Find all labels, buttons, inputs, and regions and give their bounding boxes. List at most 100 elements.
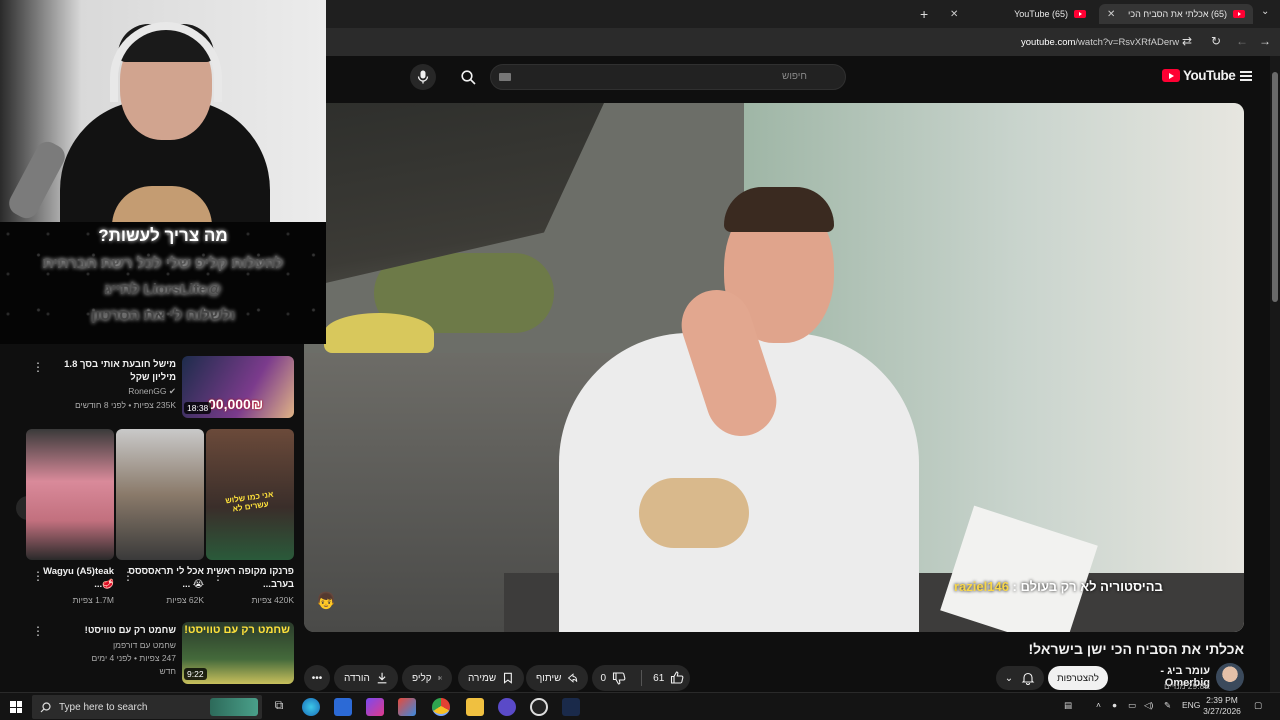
search-input[interactable]: חיפוש bbox=[490, 64, 846, 90]
new-badge: חדש bbox=[159, 666, 176, 676]
new-tab-button[interactable]: + bbox=[920, 6, 928, 22]
page-scrollbar[interactable] bbox=[1270, 56, 1280, 692]
video-meta: 235K צפיות • לפני 8 חודשים bbox=[74, 400, 176, 410]
office-icon[interactable] bbox=[398, 698, 416, 716]
subscribe-button[interactable]: להצטרפות bbox=[1048, 666, 1108, 690]
clip-button[interactable]: קליפ bbox=[402, 665, 452, 691]
url-domain: youtube.com bbox=[1021, 37, 1076, 48]
share-label: שיתוף bbox=[536, 672, 562, 684]
voice-search-button[interactable] bbox=[410, 64, 436, 90]
edge-icon[interactable] bbox=[302, 698, 320, 716]
recommendations-sidebar: 00,000₪ 18:38 ⋮ מישל חובעת אותי בסך 1.8 … bbox=[0, 344, 304, 692]
youtube-logo[interactable]: YouTube bbox=[1162, 68, 1236, 83]
close-tab-icon[interactable]: ✕ bbox=[1107, 9, 1115, 20]
short-thumbnail[interactable] bbox=[116, 429, 204, 560]
download-button[interactable]: הורדה bbox=[334, 665, 398, 691]
more-horizontal-icon: ••• bbox=[311, 672, 323, 684]
more-vertical-icon[interactable]: ⋮ bbox=[32, 360, 44, 374]
short-title[interactable]: פרנקו מקופה ראשית בערב... bbox=[206, 565, 294, 591]
dislike-count: 0 bbox=[600, 672, 607, 684]
banner-line-2: להעלות קליפ שלי לכל רשת חברתית bbox=[42, 255, 284, 272]
video-player[interactable]: 👦 בהיסטוריה לא רק בעולם : raziel146 bbox=[304, 103, 1244, 632]
video-actions: ••• הורדה קליפ שמירה שיתוף 0 61 ⌄ להצטרפ… bbox=[304, 663, 1244, 693]
video-title: אכלתי את הסביח הכי ישן בישראל! bbox=[1028, 641, 1244, 657]
video-thumbnail[interactable]: 00,000₪ 18:38 bbox=[182, 356, 294, 418]
store-icon[interactable] bbox=[334, 698, 352, 716]
video-title[interactable]: שחמט רק עם טוויסט! bbox=[46, 624, 176, 637]
notifications-button[interactable]: ⌄ bbox=[996, 666, 1044, 690]
close-tab-icon[interactable]: ✕ bbox=[950, 9, 958, 20]
short-thumbnail[interactable] bbox=[26, 429, 114, 560]
weather-widget-icon[interactable] bbox=[210, 698, 258, 716]
short-title[interactable]: אכל לי תראסססס 😭 ... bbox=[116, 565, 204, 591]
copilot-icon[interactable] bbox=[366, 698, 384, 716]
more-actions-button[interactable]: ••• bbox=[304, 665, 330, 691]
short-title[interactable]: Wagyu (A5)teak 🥩... bbox=[26, 565, 114, 591]
share-button[interactable]: שיתוף bbox=[526, 665, 588, 691]
chrome-icon[interactable] bbox=[432, 698, 450, 716]
thumbnail-text: שחמט רק עם טוויסט! bbox=[184, 624, 290, 636]
duration-badge: 18:38 bbox=[184, 402, 212, 414]
verified-icon: ✔ bbox=[168, 386, 176, 396]
discord-icon[interactable] bbox=[498, 698, 516, 716]
obs-icon[interactable] bbox=[530, 698, 548, 716]
short-item[interactable]: אני כמו שלוש עשרים לא ⋮ פרנקו מקופה ראשי… bbox=[206, 429, 294, 614]
caption-username: raziel146 bbox=[954, 579, 1009, 594]
channel-avatar[interactable] bbox=[1216, 663, 1244, 691]
search-button[interactable] bbox=[454, 64, 482, 90]
channel-name[interactable]: שחמט עם דורפמן bbox=[46, 640, 176, 650]
language-indicator[interactable]: ENG bbox=[1182, 700, 1200, 710]
windows-taskbar: Type here to search ⧉ ▤ ˄ ● ▭ ◁) ✎ ENG 2… bbox=[0, 692, 1280, 720]
short-item[interactable]: ⋮ Wagyu (A5)teak 🥩... 1.7M צפיות bbox=[26, 429, 114, 614]
recommended-video[interactable]: שחמט רק עם טוויסט! 9:22 ⋮ שחמט רק עם טוו… bbox=[26, 616, 296, 692]
recommended-video[interactable]: 00,000₪ 18:38 ⋮ מישל חובעת אותי בסך 1.8 … bbox=[26, 352, 296, 422]
chevron-down-icon: ⌄ bbox=[1004, 672, 1014, 684]
youtube-logo-icon bbox=[1162, 69, 1180, 82]
keyboard-icon[interactable] bbox=[499, 73, 511, 81]
app-icon[interactable] bbox=[562, 698, 580, 716]
url-field[interactable]: youtube.com/watch?v=RsvXRfADerw bbox=[1021, 37, 1179, 48]
tray-app-icon[interactable]: ▤ bbox=[1064, 700, 1072, 711]
reload-icon[interactable]: ↻ bbox=[1211, 34, 1221, 48]
thumbnail-text: 00,000₪ bbox=[208, 396, 264, 412]
search-icon bbox=[40, 701, 51, 712]
chevron-down-icon[interactable]: ⌄ bbox=[1261, 6, 1269, 17]
tray-expand-icon[interactable]: ˄ bbox=[1096, 700, 1101, 710]
video-thumbnail[interactable]: שחמט רק עם טוויסט! 9:22 bbox=[182, 622, 294, 684]
file-explorer-icon[interactable] bbox=[466, 698, 484, 716]
short-views: 420K צפיות bbox=[251, 595, 294, 605]
thumbs-down-icon bbox=[613, 672, 626, 685]
mic-tray-icon[interactable]: ● bbox=[1112, 700, 1117, 710]
subscriber-count: 29.8K מנויים bbox=[1164, 681, 1210, 691]
short-thumbnail[interactable]: אני כמו שלוש עשרים לא bbox=[206, 429, 294, 560]
like-dislike-group: 0 61 bbox=[592, 665, 690, 691]
short-item[interactable]: ⋮ אכל לי תראסססס 😭 ... 62K צפיות bbox=[116, 429, 204, 614]
taskbar-clock[interactable]: 2:39 PM 3/27/2026 bbox=[1202, 695, 1242, 717]
tab-video[interactable]: ✕ (65) אכלתי את הסביח הכי bbox=[1099, 4, 1253, 24]
menu-icon[interactable] bbox=[1240, 71, 1252, 81]
video-title[interactable]: מישל חובעת אותי בסך 1.8 מיליון שקל bbox=[46, 358, 176, 384]
taskbar-search-placeholder: Type here to search bbox=[59, 701, 148, 713]
tab-youtube-home[interactable]: ✕ (65) YouTube bbox=[942, 4, 1094, 24]
more-vertical-icon[interactable]: ⋮ bbox=[32, 624, 44, 638]
dislike-button[interactable]: 0 bbox=[592, 671, 635, 685]
pen-icon[interactable]: ✎ bbox=[1164, 700, 1171, 711]
task-view-icon[interactable]: ⧉ bbox=[270, 698, 288, 716]
youtube-header: חיפוש YouTube bbox=[326, 56, 1280, 100]
forward-icon[interactable]: ← bbox=[1236, 34, 1248, 48]
youtube-favicon-icon bbox=[1074, 10, 1086, 18]
tab-title: (65) YouTube bbox=[1014, 9, 1068, 19]
volume-icon[interactable]: ◁) bbox=[1144, 700, 1153, 711]
network-icon[interactable]: ▭ bbox=[1128, 700, 1136, 711]
windows-start-icon[interactable] bbox=[10, 701, 22, 713]
notification-center-icon[interactable]: ▢ bbox=[1254, 700, 1262, 711]
short-views: 1.7M צפיות bbox=[72, 595, 114, 605]
channel-name[interactable]: RonenGG ✔ bbox=[46, 386, 176, 397]
back-icon[interactable]: → bbox=[1259, 34, 1271, 48]
scissors-icon bbox=[437, 676, 442, 680]
like-button[interactable]: 61 bbox=[647, 671, 690, 685]
save-button[interactable]: שמירה bbox=[458, 665, 524, 691]
stream-caption: בהיסטוריה לא רק בעולם : raziel146 bbox=[954, 579, 1163, 594]
scrollbar-thumb[interactable] bbox=[1272, 72, 1278, 302]
translate-icon[interactable]: ⇄ bbox=[1182, 34, 1192, 48]
